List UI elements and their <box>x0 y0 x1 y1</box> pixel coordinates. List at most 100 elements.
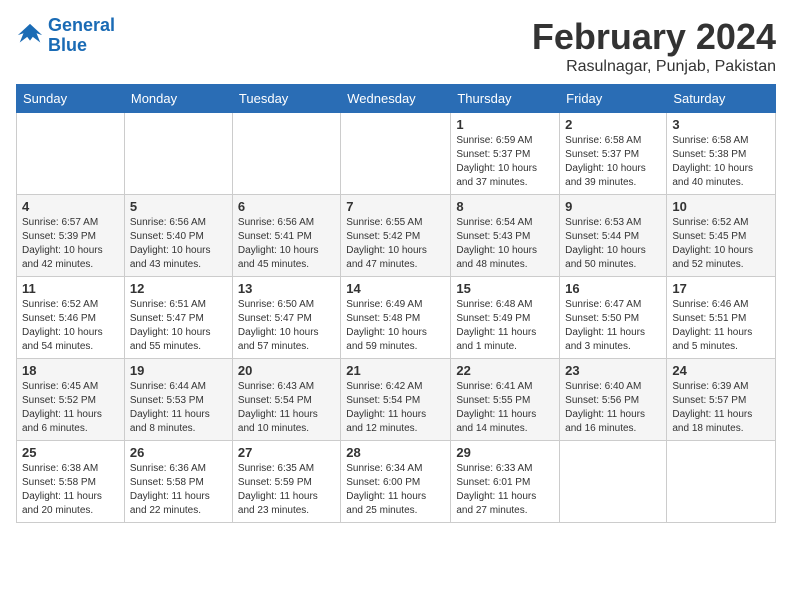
day-number: 28 <box>346 445 445 460</box>
day-info: Sunrise: 6:56 AMSunset: 5:41 PMDaylight:… <box>238 216 335 272</box>
day-info: Sunrise: 6:58 AMSunset: 5:37 PMDaylight:… <box>565 134 661 190</box>
calendar-cell: 28Sunrise: 6:34 AMSunset: 6:00 PMDayligh… <box>341 441 451 523</box>
day-info: Sunrise: 6:56 AMSunset: 5:40 PMDaylight:… <box>130 216 227 272</box>
calendar-cell: 24Sunrise: 6:39 AMSunset: 5:57 PMDayligh… <box>667 359 776 441</box>
day-info: Sunrise: 6:41 AMSunset: 5:55 PMDaylight:… <box>456 380 554 436</box>
weekday-header-saturday: Saturday <box>667 85 776 113</box>
day-info: Sunrise: 6:59 AMSunset: 5:37 PMDaylight:… <box>456 134 554 190</box>
calendar-cell <box>124 113 232 195</box>
day-number: 23 <box>565 363 661 378</box>
calendar-cell: 8 Sunrise: 6:54 AMSunset: 5:43 PMDaylight… <box>451 195 560 277</box>
calendar-week-4: 18 Sunrise: 6:45 AMSunset: 5:52 PMDayligh… <box>17 359 776 441</box>
day-number: 21 <box>346 363 445 378</box>
calendar-week-3: 11Sunrise: 6:52 AMSunset: 5:46 PMDayligh… <box>17 277 776 359</box>
day-number: 11 <box>22 281 119 296</box>
calendar-cell: 26 Sunrise: 6:36 AMSunset: 5:58 PMDayligh… <box>124 441 232 523</box>
calendar-cell: 25Sunrise: 6:38 AMSunset: 5:58 PMDayligh… <box>17 441 125 523</box>
day-info: Sunrise: 6:55 AMSunset: 5:42 PMDaylight:… <box>346 216 445 272</box>
day-info: Sunrise: 6:52 AMSunset: 5:45 PMDaylight:… <box>672 216 770 272</box>
day-number: 4 <box>22 199 119 214</box>
day-number: 2 <box>565 117 661 132</box>
calendar-cell: 11Sunrise: 6:52 AMSunset: 5:46 PMDayligh… <box>17 277 125 359</box>
calendar-cell <box>232 113 340 195</box>
day-number: 12 <box>130 281 227 296</box>
calendar-cell: 2 Sunrise: 6:58 AMSunset: 5:37 PMDaylight… <box>560 113 667 195</box>
day-info: Sunrise: 6:54 AMSunset: 5:43 PMDaylight:… <box>456 216 554 272</box>
calendar-cell <box>341 113 451 195</box>
calendar-cell: 21 Sunrise: 6:42 AMSunset: 5:54 PMDayligh… <box>341 359 451 441</box>
day-number: 22 <box>456 363 554 378</box>
calendar-cell: 23 Sunrise: 6:40 AMSunset: 5:56 PMDayligh… <box>560 359 667 441</box>
day-info: Sunrise: 6:38 AMSunset: 5:58 PMDaylight:… <box>22 462 119 518</box>
calendar-cell: 12 Sunrise: 6:51 AMSunset: 5:47 PMDayligh… <box>124 277 232 359</box>
day-number: 19 <box>130 363 227 378</box>
day-number: 15 <box>456 281 554 296</box>
calendar-cell: 17 Sunrise: 6:46 AMSunset: 5:51 PMDayligh… <box>667 277 776 359</box>
day-number: 8 <box>456 199 554 214</box>
weekday-header-wednesday: Wednesday <box>341 85 451 113</box>
weekday-header-friday: Friday <box>560 85 667 113</box>
day-number: 27 <box>238 445 335 460</box>
calendar-cell <box>667 441 776 523</box>
day-number: 18 <box>22 363 119 378</box>
day-info: Sunrise: 6:39 AMSunset: 5:57 PMDaylight:… <box>672 380 770 436</box>
calendar-week-1: 1Sunrise: 6:59 AMSunset: 5:37 PMDaylight… <box>17 113 776 195</box>
header: General Blue February 2024 Rasulnagar, P… <box>16 16 776 76</box>
location-subtitle: Rasulnagar, Punjab, Pakistan <box>532 58 776 76</box>
day-info: Sunrise: 6:33 AMSunset: 6:01 PMDaylight:… <box>456 462 554 518</box>
weekday-header-row: SundayMondayTuesdayWednesdayThursdayFrid… <box>17 85 776 113</box>
calendar-cell <box>17 113 125 195</box>
calendar-week-2: 4 Sunrise: 6:57 AMSunset: 5:39 PMDaylight… <box>17 195 776 277</box>
weekday-header-tuesday: Tuesday <box>232 85 340 113</box>
day-info: Sunrise: 6:51 AMSunset: 5:47 PMDaylight:… <box>130 298 227 354</box>
logo-text: General Blue <box>48 16 115 56</box>
weekday-header-thursday: Thursday <box>451 85 560 113</box>
day-number: 14 <box>346 281 445 296</box>
calendar-cell: 15 Sunrise: 6:48 AMSunset: 5:49 PMDayligh… <box>451 277 560 359</box>
logo-icon <box>16 22 44 50</box>
calendar-cell: 1Sunrise: 6:59 AMSunset: 5:37 PMDaylight… <box>451 113 560 195</box>
day-number: 9 <box>565 199 661 214</box>
day-info: Sunrise: 6:43 AMSunset: 5:54 PMDaylight:… <box>238 380 335 436</box>
calendar-cell: 18 Sunrise: 6:45 AMSunset: 5:52 PMDayligh… <box>17 359 125 441</box>
calendar-table: SundayMondayTuesdayWednesdayThursdayFrid… <box>16 84 776 523</box>
day-number: 13 <box>238 281 335 296</box>
day-info: Sunrise: 6:42 AMSunset: 5:54 PMDaylight:… <box>346 380 445 436</box>
day-info: Sunrise: 6:49 AMSunset: 5:48 PMDaylight:… <box>346 298 445 354</box>
day-number: 20 <box>238 363 335 378</box>
calendar-cell: 5 Sunrise: 6:56 AMSunset: 5:40 PMDaylight… <box>124 195 232 277</box>
day-number: 26 <box>130 445 227 460</box>
calendar-cell: 22 Sunrise: 6:41 AMSunset: 5:55 PMDayligh… <box>451 359 560 441</box>
logo-line2: Blue <box>48 35 87 55</box>
calendar-cell: 9 Sunrise: 6:53 AMSunset: 5:44 PMDaylight… <box>560 195 667 277</box>
calendar-cell <box>560 441 667 523</box>
day-info: Sunrise: 6:46 AMSunset: 5:51 PMDaylight:… <box>672 298 770 354</box>
logo: General Blue <box>16 16 115 56</box>
day-number: 16 <box>565 281 661 296</box>
weekday-header-monday: Monday <box>124 85 232 113</box>
day-info: Sunrise: 6:48 AMSunset: 5:49 PMDaylight:… <box>456 298 554 354</box>
day-info: Sunrise: 6:45 AMSunset: 5:52 PMDaylight:… <box>22 380 119 436</box>
calendar-cell: 10 Sunrise: 6:52 AMSunset: 5:45 PMDayligh… <box>667 195 776 277</box>
day-info: Sunrise: 6:44 AMSunset: 5:53 PMDaylight:… <box>130 380 227 436</box>
day-info: Sunrise: 6:40 AMSunset: 5:56 PMDaylight:… <box>565 380 661 436</box>
calendar-cell: 20 Sunrise: 6:43 AMSunset: 5:54 PMDayligh… <box>232 359 340 441</box>
month-title: February 2024 <box>532 16 776 58</box>
calendar-cell: 6 Sunrise: 6:56 AMSunset: 5:41 PMDaylight… <box>232 195 340 277</box>
day-number: 17 <box>672 281 770 296</box>
day-info: Sunrise: 6:50 AMSunset: 5:47 PMDaylight:… <box>238 298 335 354</box>
calendar-cell: 27Sunrise: 6:35 AMSunset: 5:59 PMDayligh… <box>232 441 340 523</box>
day-number: 29 <box>456 445 554 460</box>
day-info: Sunrise: 6:58 AMSunset: 5:38 PMDaylight:… <box>672 134 770 190</box>
day-number: 5 <box>130 199 227 214</box>
title-area: February 2024 Rasulnagar, Punjab, Pakist… <box>532 16 776 76</box>
day-info: Sunrise: 6:53 AMSunset: 5:44 PMDaylight:… <box>565 216 661 272</box>
calendar-cell: 4 Sunrise: 6:57 AMSunset: 5:39 PMDaylight… <box>17 195 125 277</box>
day-number: 7 <box>346 199 445 214</box>
day-number: 10 <box>672 199 770 214</box>
day-info: Sunrise: 6:57 AMSunset: 5:39 PMDaylight:… <box>22 216 119 272</box>
day-number: 6 <box>238 199 335 214</box>
calendar-week-5: 25Sunrise: 6:38 AMSunset: 5:58 PMDayligh… <box>17 441 776 523</box>
day-info: Sunrise: 6:36 AMSunset: 5:58 PMDaylight:… <box>130 462 227 518</box>
day-number: 3 <box>672 117 770 132</box>
